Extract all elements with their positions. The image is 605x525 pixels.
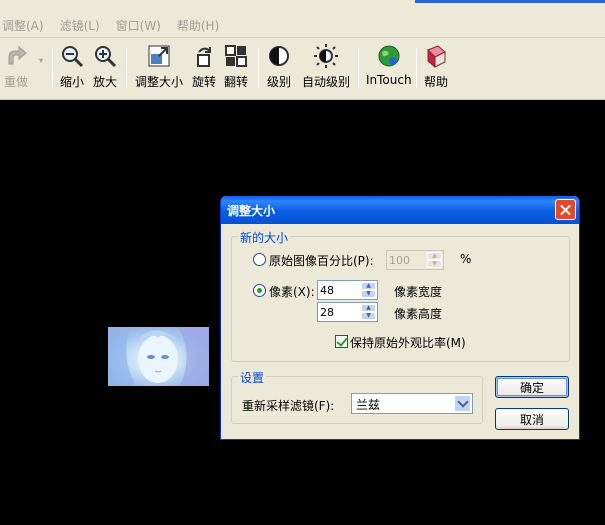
levels-button[interactable]: 级别 bbox=[267, 44, 291, 94]
intouch-globe-icon bbox=[377, 44, 401, 68]
toolbar-separator bbox=[258, 48, 259, 88]
image-thumbnail[interactable] bbox=[108, 327, 209, 386]
help-button[interactable]: 帮助 bbox=[424, 44, 448, 94]
settings-group: 设置 重新采样滤镜(F): 兰兹 bbox=[231, 369, 483, 424]
flip-icon bbox=[224, 44, 248, 68]
window-title-strip bbox=[0, 0, 605, 14]
keep-aspect-label: 保持原始外观比率(M) bbox=[350, 336, 466, 350]
redo-button[interactable]: 重做 bbox=[4, 44, 28, 94]
toolbar-separator bbox=[52, 48, 53, 88]
pixels-label: 像素(X): bbox=[269, 285, 315, 299]
pixels-radio[interactable] bbox=[253, 284, 266, 297]
settings-group-title: 设置 bbox=[238, 369, 267, 386]
levels-icon bbox=[267, 44, 291, 68]
spin-down-icon[interactable]: ▼ bbox=[427, 260, 442, 268]
new-size-group: 新的大小 原始图像百分比(P): ▲▼ % 像素(X): ▲▼ 像素宽度 ▲▼ … bbox=[231, 229, 570, 362]
redo-icon bbox=[4, 44, 28, 68]
menu-bar: 调整(A) 滤镜(L) 窗口(W) 帮助(H) bbox=[0, 14, 605, 38]
ok-button[interactable]: 确定 bbox=[495, 376, 569, 398]
auto-levels-button[interactable]: 自动级别 bbox=[302, 44, 350, 94]
percent-unit: % bbox=[460, 252, 472, 266]
menu-help[interactable]: 帮助(H) bbox=[177, 17, 219, 34]
spin-up-icon[interactable]: ▲ bbox=[361, 282, 376, 290]
menu-adjust[interactable]: 调整(A) bbox=[2, 17, 44, 34]
percent-stepper[interactable]: ▲▼ bbox=[386, 250, 444, 270]
resize-icon bbox=[147, 44, 171, 68]
percent-input[interactable] bbox=[389, 252, 425, 268]
zoom-out-button[interactable]: 缩小 bbox=[60, 44, 84, 94]
keep-aspect-checkbox[interactable] bbox=[335, 335, 348, 348]
menu-window[interactable]: 窗口(W) bbox=[116, 17, 161, 34]
width-label: 像素宽度 bbox=[394, 285, 443, 299]
close-button[interactable] bbox=[555, 199, 576, 220]
spin-up-icon[interactable]: ▲ bbox=[361, 304, 376, 312]
flip-button[interactable]: 翻转 bbox=[224, 44, 248, 94]
filter-select[interactable]: 兰兹 bbox=[351, 393, 473, 414]
chevron-down-icon[interactable] bbox=[454, 395, 471, 412]
zoom-out-icon bbox=[60, 44, 84, 68]
rotate-icon bbox=[192, 44, 216, 68]
toolbar: 重做 ▾ 缩小 放大 调整大小 旋转 翻转 级别 自动级别 InTouch 帮助 bbox=[0, 38, 605, 100]
height-label: 像素高度 bbox=[394, 307, 443, 321]
percent-label: 原始图像百分比(P): bbox=[269, 254, 374, 268]
width-stepper[interactable]: ▲▼ bbox=[317, 280, 378, 300]
height-input[interactable] bbox=[320, 304, 356, 320]
redo-dropdown-arrow-icon[interactable]: ▾ bbox=[39, 56, 43, 65]
cancel-button[interactable]: 取消 bbox=[495, 408, 569, 430]
percent-radio[interactable] bbox=[253, 253, 266, 266]
resize-button[interactable]: 调整大小 bbox=[135, 44, 183, 94]
toolbar-separator bbox=[126, 48, 127, 88]
intouch-button[interactable]: InTouch bbox=[366, 44, 412, 94]
height-stepper[interactable]: ▲▼ bbox=[317, 302, 378, 322]
width-input[interactable] bbox=[320, 282, 356, 298]
auto-levels-icon bbox=[314, 44, 338, 68]
toolbar-separator bbox=[416, 48, 417, 88]
spin-down-icon[interactable]: ▼ bbox=[361, 290, 376, 298]
title-bar-edge bbox=[415, 0, 605, 3]
dialog-title: 调整大小 bbox=[227, 203, 276, 218]
new-size-group-title: 新的大小 bbox=[238, 229, 291, 246]
toolbar-separator bbox=[358, 48, 359, 88]
filter-label: 重新采样滤镜(F): bbox=[242, 399, 335, 413]
menu-filters[interactable]: 滤镜(L) bbox=[60, 17, 100, 34]
help-book-icon bbox=[424, 44, 448, 69]
spin-up-icon[interactable]: ▲ bbox=[427, 252, 442, 260]
zoom-in-icon bbox=[93, 44, 117, 68]
zoom-in-button[interactable]: 放大 bbox=[93, 44, 117, 94]
resize-dialog: 调整大小 新的大小 原始图像百分比(P): ▲▼ % 像素(X): ▲▼ 像素宽… bbox=[220, 196, 580, 440]
dialog-title-bar[interactable]: 调整大小 bbox=[221, 196, 579, 224]
rotate-button[interactable]: 旋转 bbox=[192, 44, 216, 94]
spin-down-icon[interactable]: ▼ bbox=[361, 312, 376, 320]
filter-selected-value: 兰兹 bbox=[356, 398, 381, 412]
